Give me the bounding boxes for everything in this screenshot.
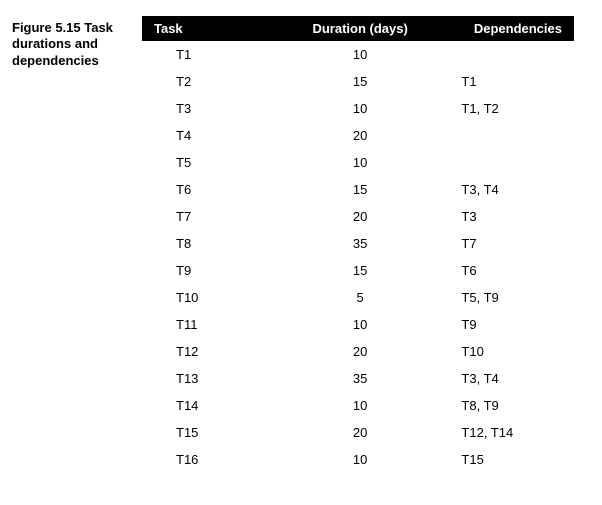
cell-dependencies: T3 — [431, 203, 574, 230]
table-row: T835T7 — [142, 230, 574, 257]
cell-duration: 15 — [289, 68, 432, 95]
cell-task: T16 — [142, 446, 289, 473]
cell-dependencies: T5, T9 — [431, 284, 574, 311]
cell-duration: 5 — [289, 284, 432, 311]
cell-duration: 20 — [289, 338, 432, 365]
cell-duration: 10 — [289, 446, 432, 473]
cell-duration: 20 — [289, 122, 432, 149]
header-duration: Duration (days) — [289, 16, 432, 41]
table-row: T720T3 — [142, 203, 574, 230]
cell-duration: 15 — [289, 176, 432, 203]
table-header: Task Duration (days) Dependencies — [142, 16, 574, 41]
cell-task: T11 — [142, 311, 289, 338]
cell-dependencies: T1 — [431, 68, 574, 95]
header-dependencies: Dependencies — [431, 16, 574, 41]
table-row: T1335T3, T4 — [142, 365, 574, 392]
cell-task: T7 — [142, 203, 289, 230]
table-row: T615T3, T4 — [142, 176, 574, 203]
cell-duration: 10 — [289, 392, 432, 419]
page: Figure 5.15 Task durations and dependenc… — [0, 0, 602, 505]
cell-task: T2 — [142, 68, 289, 95]
cell-task: T4 — [142, 122, 289, 149]
cell-dependencies — [431, 149, 574, 176]
table-row: T420 — [142, 122, 574, 149]
cell-task: T13 — [142, 365, 289, 392]
table-row: T1110T9 — [142, 311, 574, 338]
cell-dependencies — [431, 122, 574, 149]
cell-dependencies — [431, 41, 574, 68]
table-row: T1410T8, T9 — [142, 392, 574, 419]
figure-caption: Figure 5.15 Task durations and dependenc… — [12, 16, 142, 489]
table-row: T1610T15 — [142, 446, 574, 473]
cell-dependencies: T1, T2 — [431, 95, 574, 122]
header-task: Task — [142, 16, 289, 41]
cell-duration: 20 — [289, 203, 432, 230]
cell-dependencies: T9 — [431, 311, 574, 338]
cell-dependencies: T3, T4 — [431, 176, 574, 203]
cell-task: T14 — [142, 392, 289, 419]
task-table-wrap: Task Duration (days) Dependencies T110 T… — [142, 16, 574, 489]
cell-duration: 15 — [289, 257, 432, 284]
table-row: T110 — [142, 41, 574, 68]
cell-duration: 10 — [289, 41, 432, 68]
cell-task: T1 — [142, 41, 289, 68]
table-row: T105T5, T9 — [142, 284, 574, 311]
cell-duration: 20 — [289, 419, 432, 446]
table-row: T1220T10 — [142, 338, 574, 365]
cell-dependencies: T3, T4 — [431, 365, 574, 392]
table-row: T215T1 — [142, 68, 574, 95]
cell-task: T12 — [142, 338, 289, 365]
table-row: T510 — [142, 149, 574, 176]
table-row: T1520T12, T14 — [142, 419, 574, 446]
table-body: T110 T215T1 T310T1, T2 T420 T510 T615T3,… — [142, 41, 574, 473]
cell-dependencies: T6 — [431, 257, 574, 284]
cell-duration: 10 — [289, 311, 432, 338]
cell-duration: 35 — [289, 230, 432, 257]
task-table: Task Duration (days) Dependencies T110 T… — [142, 16, 574, 473]
cell-task: T9 — [142, 257, 289, 284]
cell-task: T8 — [142, 230, 289, 257]
table-row: T915T6 — [142, 257, 574, 284]
cell-task: T5 — [142, 149, 289, 176]
cell-duration: 10 — [289, 95, 432, 122]
cell-dependencies: T8, T9 — [431, 392, 574, 419]
cell-duration: 10 — [289, 149, 432, 176]
cell-dependencies: T12, T14 — [431, 419, 574, 446]
cell-task: T6 — [142, 176, 289, 203]
cell-dependencies: T10 — [431, 338, 574, 365]
cell-dependencies: T7 — [431, 230, 574, 257]
cell-task: T15 — [142, 419, 289, 446]
cell-duration: 35 — [289, 365, 432, 392]
cell-task: T3 — [142, 95, 289, 122]
cell-dependencies: T15 — [431, 446, 574, 473]
table-row: T310T1, T2 — [142, 95, 574, 122]
cell-task: T10 — [142, 284, 289, 311]
